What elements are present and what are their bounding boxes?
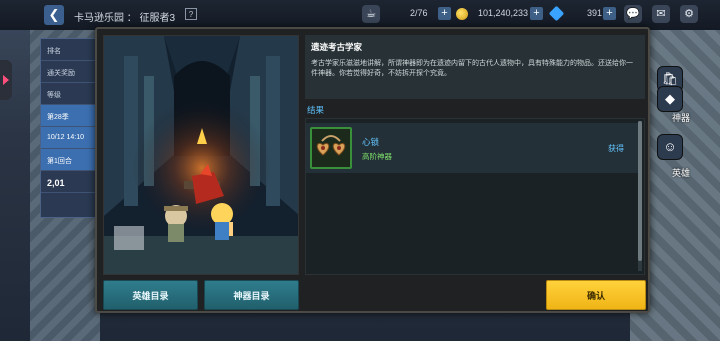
artifact-item-frame[interactable] [310,127,352,169]
level-row[interactable]: 等级 [41,83,101,105]
item-name: 心锁 [362,137,380,147]
page-title: 卡马逊乐园 ： 征服者3 [74,13,176,24]
scroll-thumb[interactable] [638,121,642,261]
gem-value: 391 [587,8,603,18]
item-grade: 高阶神器 [362,152,392,161]
item-status: 获得 [608,144,624,153]
back-arrow-icon: ❮ [48,7,60,22]
season-row: 第28季 [41,105,101,127]
artifact-menu-icon[interactable]: ◆ [657,86,683,112]
result-list: 心锁 高阶神器 获得 [305,118,645,275]
add-gold-button[interactable]: + [530,7,543,20]
hero-menu-label[interactable]: 英雄 [672,166,690,179]
top-bar: ❮ 卡马逊乐园 ： 征服者3 ? ☕ 2/76 + 101,240,233 + … [0,0,720,30]
stamina-icon: ☕ [362,5,380,23]
gold-value: 101,240,233 [478,8,529,18]
event-title: 遗迹考古学家 [311,42,363,52]
hero-menu-icon[interactable]: ☺ [657,134,683,160]
confirm-button[interactable]: 确认 [546,280,646,310]
score-value: 2,01 [41,171,101,193]
add-gem-button[interactable]: + [603,7,616,20]
artifact-catalog-button[interactable]: 神器目录 [204,280,299,310]
mail-icon[interactable]: ✉ [652,5,670,23]
help-button[interactable]: ? [185,8,197,20]
back-button[interactable]: ❮ [44,5,64,25]
ruins-scene-image [104,36,298,274]
gold-coin-icon [456,8,468,20]
list-item[interactable]: 心锁 高阶神器 获得 [306,123,638,173]
stage-info-panel: 排名 通关奖励 等级 第28季 10/12 14:10 第1回合 2,01 [40,38,102,218]
round-row: 第1回合 [41,149,101,171]
add-stamina-button[interactable]: + [438,7,451,20]
artifact-menu-label[interactable]: 神器 [672,111,690,124]
hero-catalog-button[interactable]: 英雄目录 [103,280,198,310]
stamina-value: 2/76 [410,8,428,18]
event-result-dialog: 遗迹考古学家 考古学家乐滋滋地讲解，所谓神器即为在遗迹内留下的古代人遗物中，具有… [95,27,650,313]
result-heading: 结果 [307,105,325,115]
game-screen: 排名 通关奖励 等级 第28季 10/12 14:10 第1回合 2,01 ❮ … [0,0,720,341]
gem-icon [548,5,565,22]
event-description: 考古学家乐滋滋地讲解，所谓神器即为在遗迹内留下的古代人遗物中，具有特殊能力的物品… [311,60,633,77]
heart-lock-icon [316,135,346,156]
result-scrollbar[interactable] [638,121,642,271]
settings-gear-icon[interactable]: ⚙ [680,5,698,23]
clear-reward-row[interactable]: 通关奖励 [41,61,101,83]
rank-row[interactable]: 排名 [41,39,101,61]
season-date: 10/12 14:10 [41,127,101,149]
event-description-box: 遗迹考古学家 考古学家乐滋滋地讲解，所谓神器即为在遗迹内留下的古代人遗物中，具有… [305,35,645,99]
chat-icon[interactable]: 💬 [624,5,642,23]
event-illustration [103,35,299,275]
side-expand-arrow[interactable] [0,60,12,100]
